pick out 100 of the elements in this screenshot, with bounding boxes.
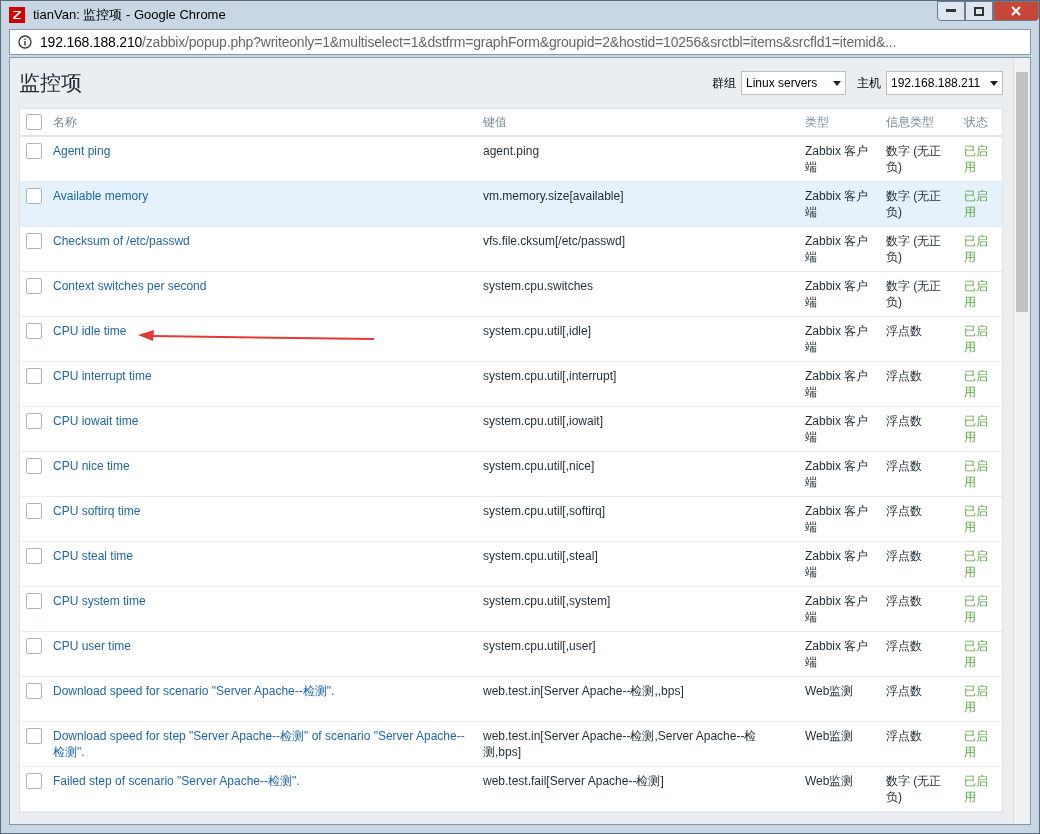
item-name-link[interactable]: CPU idle time <box>53 323 473 339</box>
checkbox[interactable] <box>26 114 42 130</box>
checkbox[interactable] <box>26 503 42 519</box>
window-title: tianVan: 监控项 - Google Chrome <box>33 6 226 25</box>
item-key: agent.ping <box>483 144 540 158</box>
scrollbar[interactable] <box>1013 58 1030 824</box>
item-name-link[interactable]: CPU softirq time <box>53 503 473 519</box>
item-name-link[interactable]: Checksum of /etc/passwd <box>53 233 473 249</box>
item-key: web.test.in[Server Apache--检测,Server Apache--检测,bps] <box>483 729 757 759</box>
checkbox[interactable] <box>26 143 42 159</box>
item-key: system.cpu.util[,softirq] <box>483 504 606 518</box>
column-header: 信息类型 <box>886 114 935 131</box>
caret-icon <box>990 80 998 86</box>
maximize-icon <box>974 6 984 16</box>
checkbox[interactable] <box>26 413 42 429</box>
checkbox[interactable] <box>26 233 42 249</box>
checkbox[interactable] <box>26 593 42 609</box>
item-info-type: 浮点数 <box>886 684 922 698</box>
item-key: vm.memory.size[available] <box>483 189 624 203</box>
item-type: Zabbix 客户端 <box>805 279 869 309</box>
item-type: Zabbix 客户端 <box>805 549 869 579</box>
item-info-type: 数字 (无正负) <box>886 234 942 264</box>
item-info-type: 浮点数 <box>886 414 922 428</box>
host-label: 主机 <box>857 75 881 92</box>
checkbox[interactable] <box>26 728 42 744</box>
item-type: Zabbix 客户端 <box>805 189 869 219</box>
item-info-type: 浮点数 <box>886 504 922 518</box>
item-key: web.test.fail[Server Apache--检测] <box>483 774 664 788</box>
item-key: system.cpu.util[,system] <box>483 594 611 608</box>
checkbox[interactable] <box>26 458 42 474</box>
group-select[interactable]: Linux servers <box>741 71 846 95</box>
item-status: 已启用 <box>964 324 988 354</box>
column-header: 名称 <box>53 114 78 131</box>
item-name-link[interactable]: Failed step of scenario "Server Apache--检测". <box>53 773 473 789</box>
checkbox[interactable] <box>26 638 42 654</box>
item-status: 已启用 <box>964 279 988 309</box>
minimize-button[interactable] <box>937 1 965 21</box>
item-status: 已启用 <box>964 144 988 174</box>
item-key: system.cpu.util[,steal] <box>483 549 598 563</box>
item-name-link[interactable]: CPU steal time <box>53 548 473 564</box>
checkbox[interactable] <box>26 368 42 384</box>
item-name-link[interactable]: CPU nice time <box>53 458 473 474</box>
checkbox[interactable] <box>26 683 42 699</box>
host-select[interactable]: 192.168.188.211 <box>886 71 1003 95</box>
item-info-type: 浮点数 <box>886 549 922 563</box>
item-type: Zabbix 客户端 <box>805 324 869 354</box>
item-key: system.cpu.util[,interrupt] <box>483 369 617 383</box>
item-name-link[interactable]: Context switches per second <box>53 278 473 294</box>
column-header: 键值 <box>483 114 508 131</box>
page-title: 监控项 <box>19 70 82 97</box>
item-key: system.cpu.util[,idle] <box>483 324 592 338</box>
checkbox[interactable] <box>26 773 42 789</box>
item-status: 已启用 <box>964 549 988 579</box>
item-key: vfs.file.cksum[/etc/passwd] <box>483 234 626 248</box>
item-name-link[interactable]: Available memory <box>53 188 473 204</box>
item-status: 已启用 <box>964 234 988 264</box>
item-name-link[interactable]: CPU system time <box>53 593 473 609</box>
maximize-button[interactable] <box>965 1 993 21</box>
url-text: 192.168.188.210/zabbix/popup.php?writeonly=1&multiselect=1&dstfrm=graphForm&groupid=2&hostid=10256&srctbl=items&srcfld1=itemid&... <box>40 32 897 52</box>
scrollbar-thumb[interactable] <box>1016 72 1028 312</box>
item-name-link[interactable]: CPU interrupt time <box>53 368 473 384</box>
item-status: 已启用 <box>964 369 988 399</box>
item-type: Zabbix 客户端 <box>805 414 869 444</box>
checkbox[interactable] <box>26 323 42 339</box>
checkbox[interactable] <box>26 278 42 294</box>
item-name-link[interactable]: Download speed for scenario "Server Apache--检测". <box>53 683 473 699</box>
address-bar[interactable]: 192.168.188.210/zabbix/popup.php?writeonly=1&multiselect=1&dstfrm=graphForm&groupid=2&hostid=10256&srctbl=items&srcfld1=itemid&... <box>9 29 1031 55</box>
close-icon <box>1011 6 1021 16</box>
item-name-link[interactable]: CPU user time <box>53 638 473 654</box>
item-status: 已启用 <box>964 459 988 489</box>
item-info-type: 浮点数 <box>886 369 922 383</box>
close-button[interactable] <box>993 1 1039 21</box>
item-name-link[interactable]: Agent ping <box>53 143 473 159</box>
caret-icon <box>833 80 841 86</box>
item-name-link[interactable]: Download speed for step "Server Apache--检测" of scenario "Server Apache--检测". <box>53 728 473 760</box>
group-label: 群组 <box>712 75 736 92</box>
column-header: 状态 <box>964 114 989 131</box>
item-info-type: 浮点数 <box>886 639 922 653</box>
column-header: 类型 <box>805 114 830 131</box>
item-key: system.cpu.util[,nice] <box>483 459 595 473</box>
item-info-type: 数字 (无正负) <box>886 144 942 174</box>
item-type: Web监测 <box>805 774 854 788</box>
item-name-link[interactable]: CPU iowait time <box>53 413 473 429</box>
checkbox[interactable] <box>26 548 42 564</box>
item-type: Zabbix 客户端 <box>805 234 869 264</box>
item-info-type: 数字 (无正负) <box>886 774 942 804</box>
item-key: system.cpu.util[,iowait] <box>483 414 604 428</box>
item-info-type: 浮点数 <box>886 729 922 743</box>
item-key: system.cpu.util[,user] <box>483 639 596 653</box>
item-status: 已启用 <box>964 684 988 714</box>
item-type: Web监测 <box>805 684 854 698</box>
item-status: 已启用 <box>964 774 988 804</box>
item-info-type: 数字 (无正负) <box>886 279 942 309</box>
checkbox[interactable] <box>26 188 42 204</box>
item-status: 已启用 <box>964 729 988 759</box>
item-type: Zabbix 客户端 <box>805 459 869 489</box>
minimize-icon <box>946 9 956 13</box>
item-status: 已启用 <box>964 189 988 219</box>
item-info-type: 数字 (无正负) <box>886 189 942 219</box>
item-status: 已启用 <box>964 504 988 534</box>
